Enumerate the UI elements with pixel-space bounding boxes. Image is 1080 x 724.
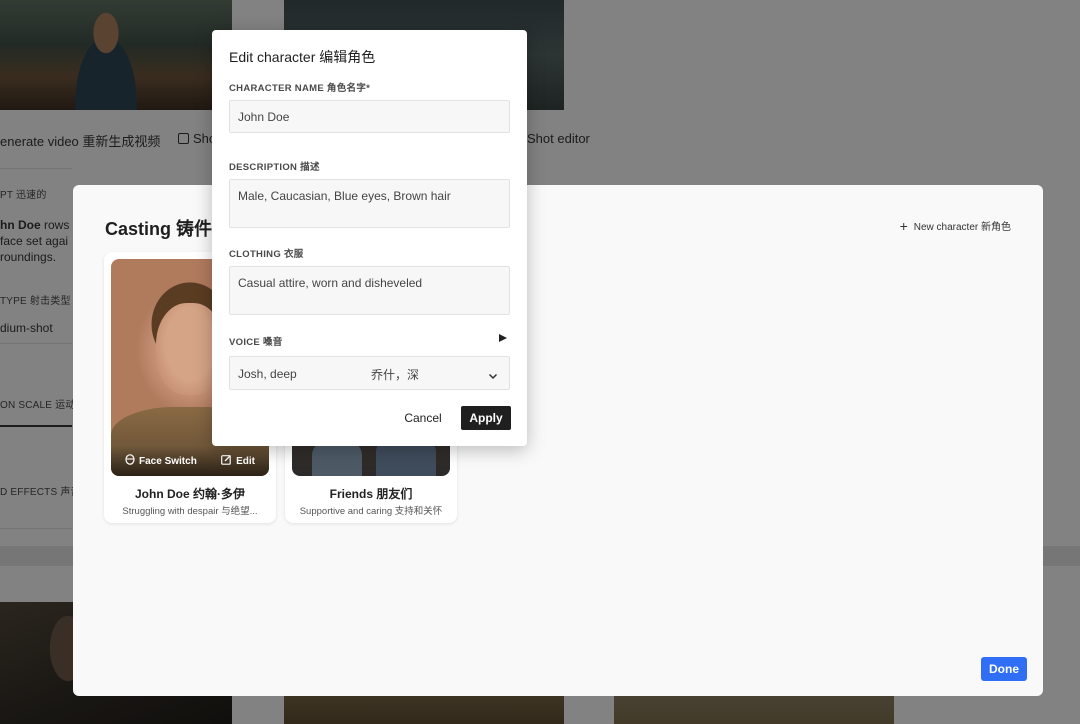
voice-value-translation: 乔什，深 — [371, 368, 420, 382]
character-name-input[interactable] — [229, 100, 510, 133]
voice-select[interactable]: Josh, deep 乔什，深 — [229, 356, 510, 390]
character-name: Friends 朋友们 — [329, 487, 413, 501]
description-label: DESCRIPTION 描述 — [229, 162, 320, 173]
done-button[interactable]: Done — [981, 657, 1027, 681]
chevron-down-icon — [488, 369, 498, 383]
edit-character-dialog: Edit character 编辑角色 CHARACTER NAME 角色名字*… — [212, 30, 527, 446]
description-input[interactable]: Male, Caucasian, Blue eyes, Brown hair — [229, 179, 510, 228]
voice-value: Josh, deep — [238, 367, 297, 381]
new-character-label: New character 新角色 — [913, 222, 1011, 233]
edit-icon — [221, 454, 232, 468]
cancel-button[interactable]: Cancel — [399, 406, 447, 430]
casting-title: Casting 铸件 — [105, 219, 213, 239]
clothing-input[interactable]: Casual attire, worn and disheveled — [229, 266, 510, 315]
character-description: Supportive and caring 支持和关怀 — [299, 506, 443, 517]
face-switch-label: Face Switch — [139, 455, 197, 467]
play-icon[interactable] — [499, 334, 507, 342]
apply-button[interactable]: Apply — [461, 406, 511, 430]
plus-icon: + — [899, 217, 908, 234]
face-switch-button[interactable]: Face Switch — [125, 454, 197, 468]
character-description: Struggling with despair 与绝望... — [122, 506, 258, 517]
photo-actions-bar: Face Switch Edit — [111, 446, 269, 476]
voice-label: VOICE 嗓音 — [229, 337, 283, 348]
character-name-label: CHARACTER NAME 角色名字* — [229, 83, 371, 94]
character-name: John Doe 约翰·多伊 — [135, 487, 245, 501]
dialog-title: Edit character 编辑角色 — [229, 49, 376, 65]
clothing-label: CLOTHING 衣服 — [229, 249, 304, 260]
face-icon — [125, 454, 135, 468]
edit-label: Edit — [236, 455, 255, 467]
new-character-button[interactable]: + New character 新角色 — [899, 217, 1011, 234]
edit-button[interactable]: Edit — [221, 454, 255, 468]
